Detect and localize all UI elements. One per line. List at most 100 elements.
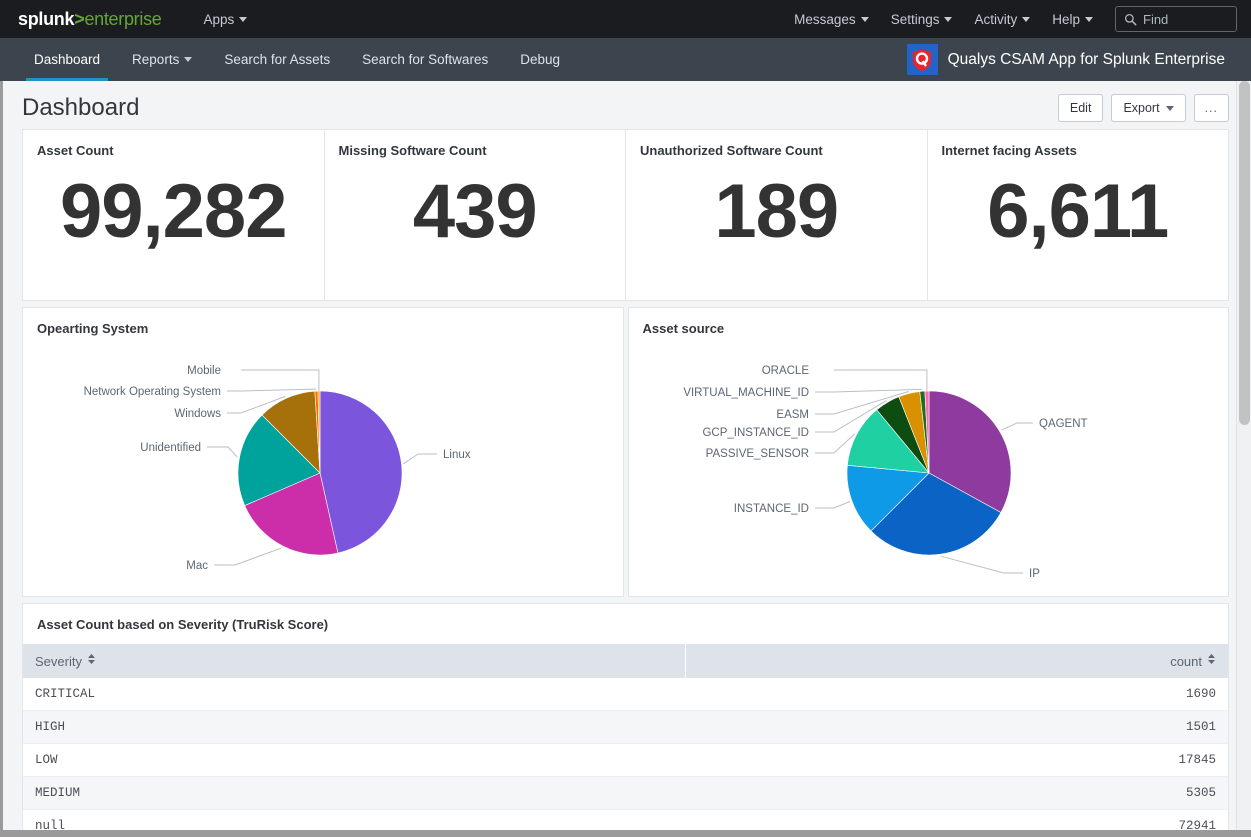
chevron-down-icon <box>1166 106 1174 111</box>
page-title: Dashboard <box>22 94 139 122</box>
cell-count: 17845 <box>686 744 1228 777</box>
app-brand-title: Qualys CSAM App for Splunk Enterprise <box>948 51 1225 69</box>
table-header-row: Severity count <box>23 644 1228 678</box>
cell-severity: CRITICAL <box>23 678 686 711</box>
column-header-severity-label: Severity <box>35 654 82 669</box>
severity-table-body: CRITICAL 1690 HIGH 1501 LOW 17845 MEDIUM… <box>23 678 1228 837</box>
edit-button[interactable]: Edit <box>1058 94 1104 122</box>
qualys-logo-icon <box>907 44 938 75</box>
find-search-input[interactable]: Find <box>1115 6 1237 32</box>
pie-slice-label: Windows <box>174 408 221 420</box>
column-header-count[interactable]: count <box>686 644 1228 678</box>
splunk-logo[interactable]: splunk>enterprise <box>18 9 161 30</box>
kpi-row: Asset Count 99,282 Missing Software Coun… <box>22 129 1229 301</box>
nav-item-reports-label: Reports <box>132 52 179 67</box>
pie-slice-label: VIRTUAL_MACHINE_ID <box>683 387 809 399</box>
sort-icon <box>1207 653 1216 668</box>
cell-count: 1690 <box>686 678 1228 711</box>
cell-count: 1501 <box>686 711 1228 744</box>
table-row[interactable]: CRITICAL 1690 <box>23 678 1228 711</box>
kpi-unauthorized-software-count-value: 189 <box>626 174 927 250</box>
asset-source-pie-chart[interactable]: QAGENTIPINSTANCE_IDPASSIVE_SENSORGCP_INS… <box>629 308 1229 596</box>
table-row[interactable]: MEDIUM 5305 <box>23 777 1228 810</box>
nav-item-debug-label: Debug <box>520 52 560 67</box>
page-actions: Edit Export ... <box>1058 94 1229 122</box>
window-left-edge <box>0 81 3 837</box>
pie-slice-label: Mac <box>186 560 208 572</box>
nav-item-search-for-softwares[interactable]: Search for Softwares <box>346 38 504 81</box>
app-brand: Qualys CSAM App for Splunk Enterprise <box>907 38 1251 81</box>
logo-gt-text: > <box>74 9 84 30</box>
table-row[interactable]: HIGH 1501 <box>23 711 1228 744</box>
nav-item-debug[interactable]: Debug <box>504 38 576 81</box>
panel-asset-source-pie[interactable]: Asset source QAGENTIPINSTANCE_IDPASSIVE_… <box>628 307 1230 597</box>
apps-menu[interactable]: Apps <box>195 8 255 31</box>
pie-slice-label: Unidentified <box>140 442 201 454</box>
help-menu-label: Help <box>1052 12 1080 27</box>
kpi-missing-software-count[interactable]: Missing Software Count 439 <box>324 129 626 301</box>
kpi-asset-count-value: 99,282 <box>23 174 324 250</box>
pie-slice-label: Network Operating System <box>84 386 221 398</box>
app-nav-bar: Dashboard Reports Search for Assets Sear… <box>0 38 1251 81</box>
cell-count: 5305 <box>686 777 1228 810</box>
horizontal-scrollbar[interactable] <box>0 830 1251 837</box>
find-input-text: Find <box>1143 12 1168 27</box>
sort-icon <box>87 653 96 668</box>
kpi-unauthorized-software-count[interactable]: Unauthorized Software Count 189 <box>625 129 927 301</box>
top-right-menus: Messages Settings Activity Help Find <box>786 6 1237 32</box>
pie-slice-label: Linux <box>443 449 471 461</box>
pie-slice-label: EASM <box>776 409 809 421</box>
kpi-internet-facing-assets-title: Internet facing Assets <box>928 130 1229 158</box>
panel-operating-system-pie[interactable]: Opearting System LinuxMacUnidentifiedWin… <box>22 307 624 597</box>
pie-slice-label: IP <box>1029 568 1040 580</box>
operating-system-pie-chart[interactable]: Linux Mac Unidentified Windows Network Opera… <box>23 308 623 596</box>
pie-slice-label: PASSIVE_SENSOR <box>705 448 808 460</box>
kpi-missing-software-count-title: Missing Software Count <box>325 130 626 158</box>
kpi-asset-count-title: Asset Count <box>23 130 324 158</box>
pie-slice-label: ORACLE <box>761 365 809 377</box>
activity-menu-label: Activity <box>974 12 1017 27</box>
more-options-button[interactable]: ... <box>1194 94 1229 122</box>
cell-severity: HIGH <box>23 711 686 744</box>
asset-source-pie-svg: QAGENTIPINSTANCE_IDPASSIVE_SENSORGCP_INS… <box>629 308 1229 598</box>
chevron-down-icon <box>1022 17 1030 22</box>
nav-item-search-for-softwares-label: Search for Softwares <box>362 52 488 67</box>
apps-menu-group: Apps <box>195 8 255 31</box>
help-menu[interactable]: Help <box>1044 8 1101 31</box>
cell-severity: MEDIUM <box>23 777 686 810</box>
settings-menu[interactable]: Settings <box>883 8 961 31</box>
kpi-unauthorized-software-count-title: Unauthorized Software Count <box>626 130 927 158</box>
chevron-down-icon <box>184 57 192 62</box>
pie-slice-label: GCP_INSTANCE_ID <box>702 427 809 439</box>
export-button[interactable]: Export <box>1111 94 1185 122</box>
apps-menu-label: Apps <box>203 12 234 27</box>
logo-splunk-text: splunk <box>18 9 74 30</box>
cell-severity: LOW <box>23 744 686 777</box>
app-nav-items: Dashboard Reports Search for Assets Sear… <box>18 38 576 81</box>
nav-item-reports[interactable]: Reports <box>116 38 208 81</box>
dashboard-page: Dashboard Edit Export ... Asset Count 99… <box>0 81 1251 837</box>
edit-button-label: Edit <box>1070 101 1092 115</box>
nav-item-dashboard[interactable]: Dashboard <box>18 38 116 81</box>
vertical-scrollbar-thumb[interactable] <box>1239 81 1250 425</box>
nav-item-search-for-assets-label: Search for Assets <box>224 52 330 67</box>
chevron-down-icon <box>944 17 952 22</box>
export-button-label: Export <box>1123 101 1159 115</box>
settings-menu-label: Settings <box>891 12 940 27</box>
kpi-internet-facing-assets-value: 6,611 <box>928 174 1229 250</box>
nav-item-search-for-assets[interactable]: Search for Assets <box>208 38 346 81</box>
pie-slice-label: INSTANCE_ID <box>733 503 808 515</box>
table-panel-title: Asset Count based on Severity (TruRisk S… <box>23 604 1228 644</box>
vertical-scrollbar[interactable] <box>1236 81 1251 837</box>
table-row[interactable]: LOW 17845 <box>23 744 1228 777</box>
page-header: Dashboard Edit Export ... <box>22 81 1229 129</box>
kpi-asset-count[interactable]: Asset Count 99,282 <box>22 129 324 301</box>
more-options-label: ... <box>1205 101 1218 115</box>
chevron-down-icon <box>861 17 869 22</box>
column-header-severity[interactable]: Severity <box>23 644 686 678</box>
logo-enterprise-text: enterprise <box>84 9 161 30</box>
messages-menu[interactable]: Messages <box>786 8 877 31</box>
kpi-internet-facing-assets[interactable]: Internet facing Assets 6,611 <box>927 129 1230 301</box>
search-icon <box>1124 13 1137 26</box>
activity-menu[interactable]: Activity <box>966 8 1038 31</box>
